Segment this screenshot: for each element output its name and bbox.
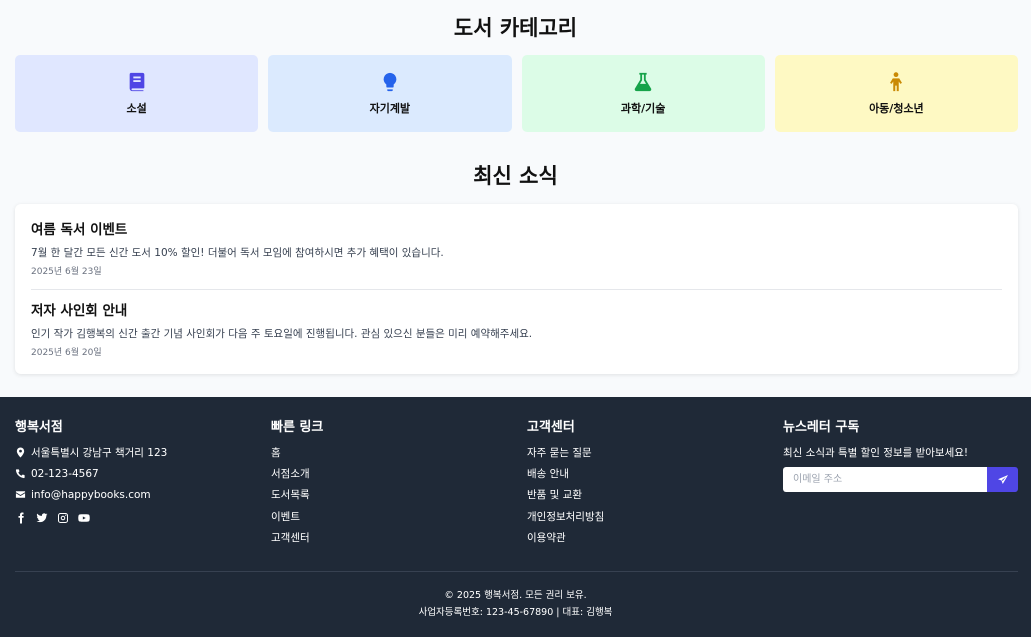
news-item: 여름 독서 이벤트 7월 한 달간 모든 신간 도서 10% 할인! 더불어 독…	[31, 204, 1002, 289]
social-links	[15, 512, 271, 524]
instagram-icon[interactable]	[57, 512, 69, 524]
footer-phone-text: 02-123-4567	[31, 468, 99, 480]
footer-quick-links: 빠른 링크 홈 서점소개 도서목록 이벤트 고객센터	[271, 419, 527, 553]
footer-link-support[interactable]: 고객센터	[271, 532, 527, 553]
newsletter-submit-button[interactable]	[987, 467, 1018, 492]
news-item-date: 2025년 6월 20일	[31, 348, 102, 358]
footer-link-privacy[interactable]: 개인정보처리방침	[527, 511, 783, 532]
news-item-date: 2025년 6월 23일	[31, 267, 102, 277]
footer-support-title: 고객센터	[527, 420, 575, 435]
category-label: 과학/기술	[620, 102, 666, 115]
news-title: 최신 소식	[473, 164, 558, 188]
newsletter-form	[783, 467, 1018, 492]
footer-store-info: 행복서점 서울특별시 강남구 책거리 123 02-123-4567 info@…	[15, 419, 271, 553]
footer-quick-links-title: 빠른 링크	[271, 420, 324, 435]
footer-email-text: info@happybooks.com	[31, 489, 151, 501]
newsletter-email-input[interactable]	[783, 467, 987, 492]
child-icon	[890, 72, 903, 92]
footer-newsletter-title: 뉴스레터 구독	[783, 420, 860, 435]
map-marker-icon	[16, 447, 25, 458]
paper-plane-icon	[997, 474, 1008, 484]
footer-store-title: 행복서점	[15, 420, 63, 435]
lightbulb-icon	[383, 72, 397, 92]
footer-copyright: © 2025 행복서점. 모든 권리 보유.	[444, 590, 587, 601]
twitter-icon[interactable]	[36, 512, 48, 524]
footer-bottom: © 2025 행복서점. 모든 권리 보유. 사업자등록번호: 123-45-6…	[0, 587, 1031, 621]
footer-email: info@happybooks.com	[15, 489, 271, 510]
phone-icon	[15, 469, 25, 479]
facebook-icon[interactable]	[15, 512, 27, 524]
category-label: 아동/청소년	[869, 102, 924, 115]
news-item-body: 인기 작가 김행복의 신간 출간 기념 사인회가 다음 주 토요일에 진행됩니다…	[31, 328, 533, 340]
flask-icon	[634, 72, 652, 92]
footer-link-returns[interactable]: 반품 및 교환	[527, 489, 783, 510]
footer-newsletter-text: 최신 소식과 특별 할인 정보를 받아보세요!	[783, 447, 969, 459]
category-label: 소설	[126, 102, 147, 115]
news-item-title[interactable]: 여름 독서 이벤트	[31, 220, 1002, 240]
book-icon	[129, 72, 144, 92]
footer-support: 고객센터 자주 묻는 질문 배송 안내 반품 및 교환 개인정보처리방침 이용약…	[527, 419, 783, 553]
category-card-self-help[interactable]: 자기계발	[268, 55, 512, 132]
footer-link-faq[interactable]: 자주 묻는 질문	[527, 447, 783, 468]
news-item: 저자 사인회 안내 인기 작가 김행복의 신간 출간 기념 사인회가 다음 주 …	[31, 289, 1002, 374]
footer-newsletter: 뉴스레터 구독 최신 소식과 특별 할인 정보를 받아보세요!	[783, 419, 1018, 553]
news-item-title[interactable]: 저자 사인회 안내	[31, 301, 1002, 321]
footer-divider	[15, 571, 1018, 572]
news-card: 여름 독서 이벤트 7월 한 달간 모든 신간 도서 10% 할인! 더불어 독…	[15, 204, 1018, 374]
category-grid: 소설 자기계발 과학/기술 아동/청소년	[0, 55, 1031, 132]
category-card-children[interactable]: 아동/청소년	[774, 55, 1018, 132]
footer-address-text: 서울특별시 강남구 책거리 123	[31, 447, 168, 459]
footer-link-events[interactable]: 이벤트	[271, 511, 527, 532]
site-footer: 행복서점 서울특별시 강남구 책거리 123 02-123-4567 info@…	[0, 397, 1031, 637]
footer-link-home[interactable]: 홈	[271, 447, 527, 468]
footer-link-books[interactable]: 도서목록	[271, 489, 527, 510]
news-item-body: 7월 한 달간 모든 신간 도서 10% 할인! 더불어 독서 모임에 참여하시…	[31, 247, 444, 259]
categories-title: 도서 카테고리	[453, 16, 578, 40]
footer-business-info: 사업자등록번호: 123-45-67890 | 대표: 김행복	[418, 607, 613, 618]
footer-link-shipping[interactable]: 배송 안내	[527, 468, 783, 489]
category-card-novel[interactable]: 소설	[15, 55, 259, 132]
youtube-icon[interactable]	[78, 512, 90, 524]
footer-link-about[interactable]: 서점소개	[271, 468, 527, 489]
footer-link-terms[interactable]: 이용약관	[527, 532, 783, 553]
envelope-icon	[15, 491, 26, 498]
category-card-science[interactable]: 과학/기술	[521, 55, 765, 132]
category-label: 자기계발	[369, 102, 411, 115]
footer-address: 서울특별시 강남구 책거리 123	[15, 447, 271, 468]
footer-phone: 02-123-4567	[15, 468, 271, 489]
